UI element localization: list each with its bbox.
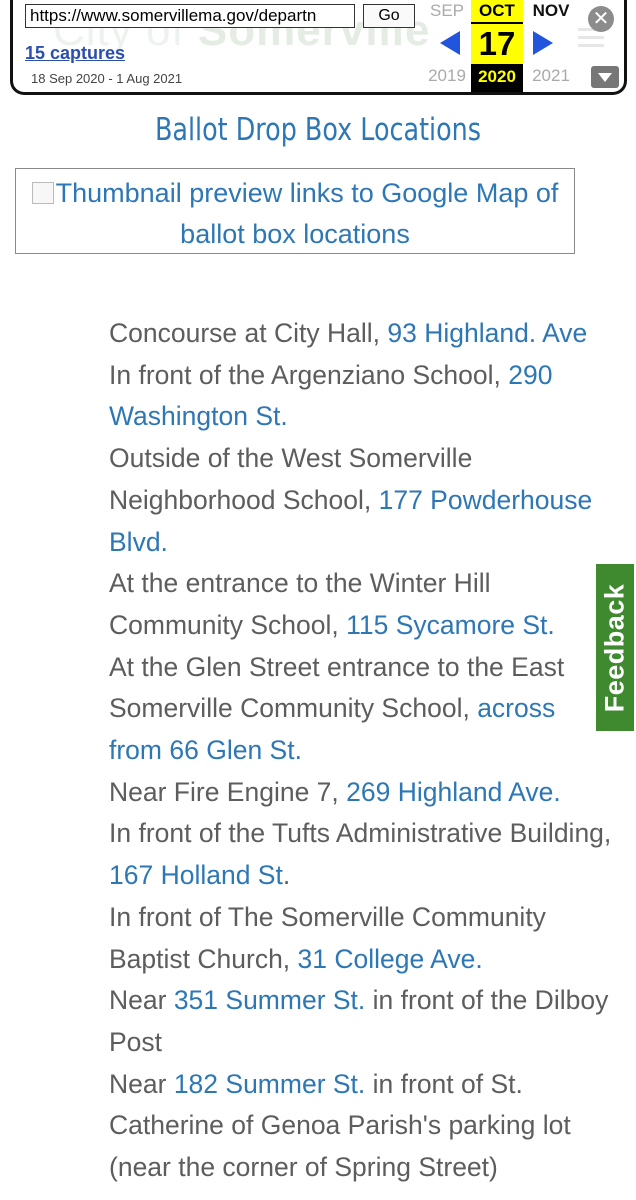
list-item: Near 351 Summer St. in front of the Dilb… <box>109 985 609 1057</box>
list-item: In front of the Argenziano School, 290 W… <box>109 359 553 432</box>
address-link[interactable]: 93 Highland. Ave <box>387 318 587 348</box>
next-capture-arrow-icon[interactable] <box>531 30 555 56</box>
current-capture-date: OCT 17 2020 <box>471 0 523 92</box>
address-link[interactable]: 115 Sycamore St. <box>346 610 555 640</box>
broken-image-icon <box>31 182 54 204</box>
go-button[interactable]: Go <box>363 4 415 28</box>
feedback-label: Feedback <box>599 583 630 712</box>
thumbnail-alt-text[interactable]: Thumbnail preview links to Google Map of… <box>56 178 559 249</box>
next-year-label[interactable]: 2021 <box>527 66 575 86</box>
list-item: Near Fire Engine 7, 269 Highland Ave. <box>109 776 561 807</box>
list-item: At the entrance to the Winter Hill Commu… <box>109 568 555 640</box>
prev-year-label[interactable]: 2019 <box>423 66 471 86</box>
next-month-label[interactable]: NOV <box>527 1 575 21</box>
list-item: Concourse at City Hall, 93 Highland. Ave <box>109 318 588 348</box>
expand-arrow-icon[interactable] <box>591 66 619 88</box>
page-title: Ballot Drop Box Locations <box>154 112 482 148</box>
list-item: Near 182 Summer St. in front of St. Cath… <box>109 1068 571 1183</box>
prev-capture-arrow-icon[interactable] <box>438 30 462 56</box>
address-link[interactable]: 269 Highland Ave. <box>346 777 561 807</box>
address-link[interactable]: 182 Summer St. <box>174 1069 365 1099</box>
wayback-toolbar: City of Somerville https://www.somervill… <box>10 0 627 95</box>
prev-month-label[interactable]: SEP <box>423 1 471 21</box>
close-icon[interactable]: ✕ <box>588 6 614 32</box>
list-item: In front of the Tufts Administrative Bui… <box>109 818 612 891</box>
current-month-label: OCT <box>471 0 523 22</box>
captures-link[interactable]: 15 captures <box>25 43 125 64</box>
url-input[interactable]: https://www.somervillema.gov/departn <box>25 4 355 28</box>
map-thumbnail-link[interactable]: Thumbnail preview links to Google Map of… <box>15 168 575 254</box>
capture-date-range: 18 Sep 2020 - 1 Aug 2021 <box>31 71 183 86</box>
address-link[interactable]: 31 College Ave. <box>298 944 483 974</box>
current-day-label: 17 <box>471 24 523 64</box>
list-item: In front of The Somerville Community Bap… <box>109 901 546 974</box>
feedback-tab[interactable]: Feedback <box>596 564 634 731</box>
address-link[interactable]: 351 Summer St. <box>174 985 365 1015</box>
address-link[interactable]: 167 Holland St <box>109 860 283 890</box>
list-item: Outside of the West Somerville Neighborh… <box>109 443 593 557</box>
current-year-label: 2020 <box>478 67 516 86</box>
list-item: At the Glen Street entrance to the East … <box>109 651 565 766</box>
drop-box-location-list: Concourse at City Hall, 93 Highland. Ave… <box>109 313 614 1189</box>
